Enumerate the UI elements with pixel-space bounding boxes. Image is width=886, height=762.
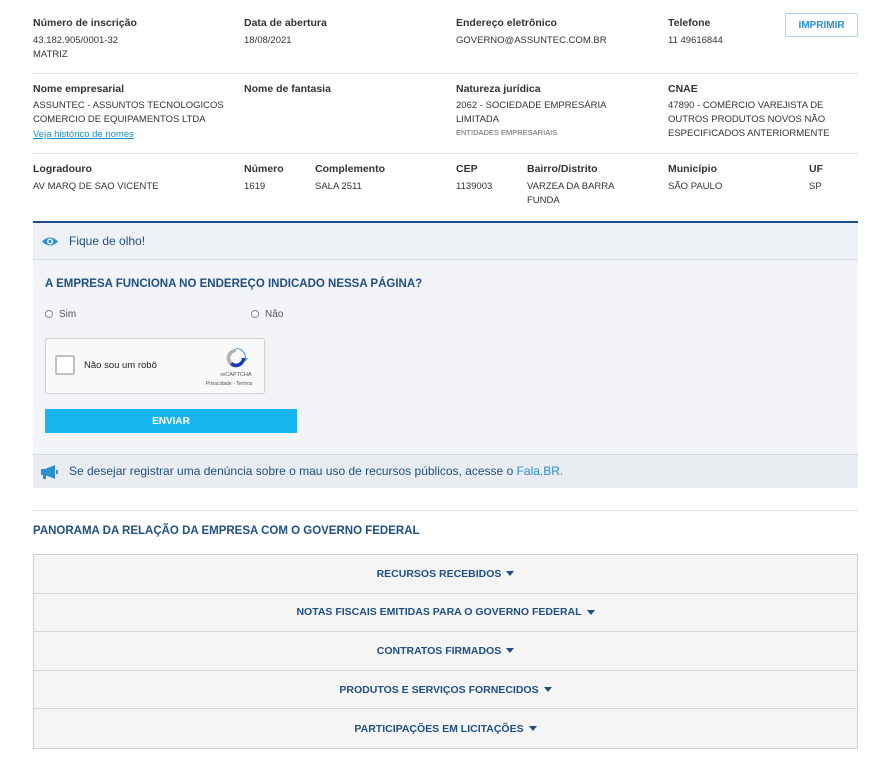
email-value: GOVERNO@ASSUNTEC.COM.BR xyxy=(456,35,607,46)
bairro-value: VARZEA DA BARRA FUNDA xyxy=(527,181,614,206)
accordion-label: CONTRATOS FIRMADOS xyxy=(376,644,502,657)
recaptcha-label: Não sou um robô xyxy=(84,360,157,371)
inscricao-value: 43.182.905/0001-32 xyxy=(33,35,119,46)
municipio-value: SÃO PAULO xyxy=(668,181,723,192)
logradouro-value: AV MARQ DE SAO VICENTE xyxy=(33,181,159,192)
email-label: Endereço eletrônico xyxy=(456,17,557,29)
accordion-label: NOTAS FISCAIS EMITIDAS PARA O GOVERNO FE… xyxy=(296,606,582,619)
natureza-value: 2062 - SOCIEDADE EMPRESÁRIA LIMITADA xyxy=(456,100,606,125)
accordion-notas-fiscais[interactable]: NOTAS FISCAIS EMITIDAS PARA O GOVERNO FE… xyxy=(34,594,857,633)
radio-sim-label[interactable]: Sim xyxy=(59,309,76,320)
inscricao-type: MATRIZ xyxy=(33,49,68,60)
complemento-label: Complemento xyxy=(315,163,386,175)
radio-sim[interactable] xyxy=(45,310,53,318)
numero-value: 1619 xyxy=(244,181,266,192)
numero-label: Número xyxy=(244,163,284,175)
natureza-label: Natureza jurídica xyxy=(456,83,541,95)
caret-down-icon xyxy=(528,726,537,732)
abertura-value: 18/08/2021 xyxy=(244,35,292,46)
panorama-accordion: RECURSOS RECEBIDOS NOTAS FISCAIS EMITIDA… xyxy=(33,554,858,749)
report-text: Se desejar registrar uma denúncia sobre … xyxy=(69,464,563,478)
cnae-label: CNAE xyxy=(668,83,698,95)
address-question: A EMPRESA FUNCIONA NO ENDEREÇO INDICADO … xyxy=(45,278,423,290)
caret-down-icon xyxy=(543,687,552,693)
alert-header: Fique de olho! xyxy=(33,223,858,260)
recaptcha-checkbox[interactable] xyxy=(55,355,75,375)
caret-down-icon xyxy=(506,571,515,577)
alert-panel: Fique de olho! A EMPRESA FUNCIONA NO END… xyxy=(33,221,858,454)
accordion-label: RECURSOS RECEBIDOS xyxy=(376,567,502,580)
nome-empresarial-value: ASSUNTEC - ASSUNTOS TECNOLOGICOS COMERCI… xyxy=(33,100,224,125)
divider xyxy=(33,510,858,511)
accordion-label: PARTICIPAÇÕES EM LICITAÇÕES xyxy=(354,722,524,735)
recaptcha-widget: Não sou um robô reCAPTCHA Privacidade - … xyxy=(45,338,265,394)
uf-label: UF xyxy=(809,163,823,175)
recaptcha-terms[interactable]: Privacidade - Termos xyxy=(196,381,262,387)
nome-empresarial-label: Nome empresarial xyxy=(33,83,125,95)
nome-fantasia-label: Nome de fantasia xyxy=(244,83,331,95)
complemento-value: SALA 2511 xyxy=(315,181,362,192)
recaptcha-brand: reCAPTCHA xyxy=(220,372,252,378)
recaptcha-icon xyxy=(226,348,248,368)
alert-title: Fique de olho! xyxy=(69,234,146,248)
logradouro-label: Logradouro xyxy=(33,163,92,175)
abertura-label: Data de abertura xyxy=(244,17,327,29)
natureza-sub: ENTIDADES EMPRESARIAIS xyxy=(456,128,558,137)
panorama-title: PANORAMA DA RELAÇÃO DA EMPRESA COM O GOV… xyxy=(33,525,420,537)
cnae-value: 47890 - COMÉRCIO VAREJISTA DE OUTROS PRO… xyxy=(668,100,830,139)
fala-br-link[interactable]: Fala.BR. xyxy=(517,464,564,478)
inscricao-label: Número de inscrição xyxy=(33,17,137,29)
accordion-recursos-recebidos[interactable]: RECURSOS RECEBIDOS xyxy=(34,555,857,594)
caret-down-icon xyxy=(506,648,515,654)
report-message: Se desejar registrar uma denúncia sobre … xyxy=(69,464,517,478)
uf-value: SP xyxy=(809,181,822,192)
accordion-participacoes-licitacoes[interactable]: PARTICIPAÇÕES EM LICITAÇÕES xyxy=(34,709,857,748)
print-button[interactable]: IMPRIMIR xyxy=(785,13,858,37)
cep-value: 1139003 xyxy=(456,181,493,192)
send-button[interactable]: ENVIAR xyxy=(45,409,297,433)
accordion-produtos-servicos[interactable]: PRODUTOS E SERVIÇOS FORNECIDOS xyxy=(34,671,857,710)
telefone-label: Telefone xyxy=(668,17,711,29)
caret-down-icon xyxy=(586,609,595,615)
historico-nomes-link[interactable]: Veja histórico de nomes xyxy=(33,129,134,140)
report-bar: Se desejar registrar uma denúncia sobre … xyxy=(33,454,858,488)
cep-label: CEP xyxy=(456,163,478,175)
accordion-contratos-firmados[interactable]: CONTRATOS FIRMADOS xyxy=(34,632,857,671)
megaphone-icon xyxy=(41,465,58,479)
radio-nao[interactable] xyxy=(251,310,259,318)
telefone-value: 11 49616844 xyxy=(668,35,723,46)
bairro-label: Bairro/Distrito xyxy=(527,163,598,175)
radio-nao-label[interactable]: Não xyxy=(265,309,283,320)
municipio-label: Município xyxy=(668,163,717,175)
divider xyxy=(33,73,858,74)
accordion-label: PRODUTOS E SERVIÇOS FORNECIDOS xyxy=(339,683,539,696)
eye-icon xyxy=(42,237,58,246)
divider xyxy=(33,153,858,154)
